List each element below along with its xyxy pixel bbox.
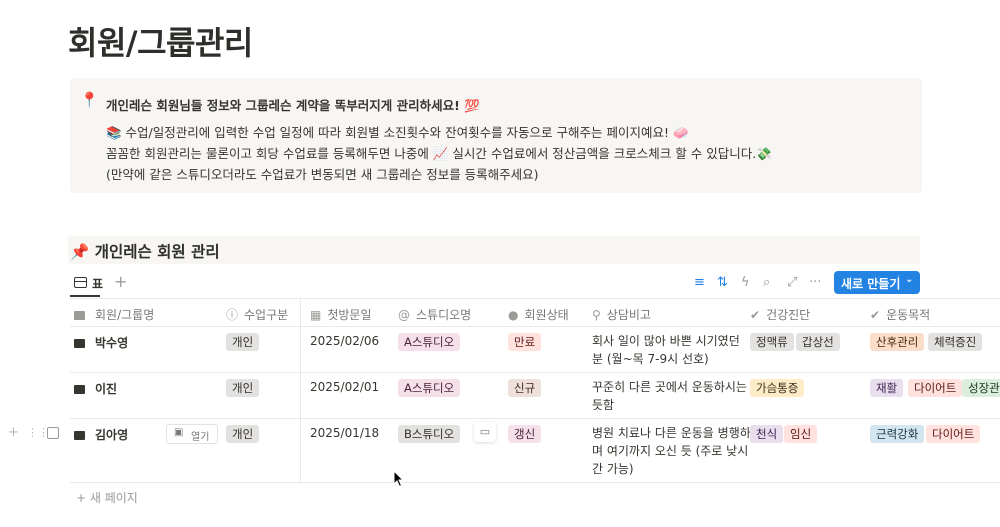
bag-icon (74, 311, 85, 320)
status-tag: 신규 (508, 379, 542, 397)
health-tag: 천식 (750, 425, 784, 443)
add-view-button[interactable]: + (114, 272, 127, 291)
date-cell: 2025/02/06 (310, 334, 380, 348)
callout-heading: 개인레슨 회원님들 정보와 그룹레슨 계약을 똑부러지게 관리하세요! 💯 (106, 98, 480, 113)
row-checkbox[interactable] (47, 427, 59, 439)
studio-tag: B스튜디오 (398, 425, 461, 443)
goal-tag: 재활 (870, 379, 904, 397)
info-icon: ⓘ (226, 308, 239, 322)
memo-cell: 꾸준히 다른 곳에서 운동하시는 듯함 (592, 380, 747, 412)
bag-icon (74, 431, 85, 440)
goal-tag: 체력증진 (928, 333, 983, 351)
callout-line: (만약에 같은 스튜디오더라도 수업료가 변동되면 새 그룹레슨 정보를 등록해… (106, 167, 539, 182)
new-button-divider (898, 275, 899, 290)
studio-tag: A스튜디오 (398, 333, 461, 351)
health-tag: 임신 (784, 425, 818, 443)
expand-icon[interactable]: ⤢ (787, 275, 797, 290)
calendar-icon: ▦ (310, 308, 322, 322)
bag-icon (74, 339, 85, 348)
view-tab-label: 표 (92, 277, 104, 291)
table-top-border (70, 298, 1000, 299)
health-tag: 가슴통증 (750, 379, 805, 397)
column-header-goal[interactable]: ✔ 운동목적 (870, 306, 930, 323)
filter-icon[interactable]: ≡ (694, 275, 705, 290)
column-header-date[interactable]: ▦ 첫방문일 (310, 306, 372, 323)
new-button[interactable]: 새로 만들기 ⌄ (834, 271, 920, 294)
at-icon: @ (398, 308, 410, 322)
column-divider (300, 298, 301, 484)
section-title-text: 개인레슨 회원 관리 (94, 243, 220, 261)
pin-icon: 📍 (80, 91, 99, 109)
health-tag: 갑상선 (796, 333, 840, 351)
table-icon (74, 277, 87, 288)
row-name[interactable]: 김아영 (74, 426, 128, 443)
open-button[interactable]: ▣ 열기 (166, 424, 218, 444)
drag-handle-icon[interactable]: ⋮⋮ (27, 426, 49, 439)
status-tag: 갱신 (508, 425, 542, 443)
column-header-name[interactable]: 회원/그룹명 (74, 306, 154, 323)
pushpin-icon: 📌 (70, 243, 90, 261)
row-name[interactable]: 박수영 (74, 334, 128, 351)
column-header-status[interactable]: ● 회원상태 (508, 306, 569, 323)
new-button-label: 새로 만들기 (841, 277, 901, 291)
column-header-type[interactable]: ⓘ 수업구분 (226, 306, 288, 323)
health-tag: 정맥류 (750, 333, 794, 351)
callout-line: 📚 수업/일정관리에 입력한 수업 일정에 따라 회원별 소진횟수와 잔여횟수를… (106, 125, 689, 140)
column-header-studio[interactable]: @ 스튜디오명 (398, 306, 471, 323)
comment-icon[interactable]: ▭ (474, 422, 496, 442)
column-header-memo[interactable]: ⚲ 상담비고 (592, 306, 651, 323)
add-row-icon[interactable]: + (8, 425, 19, 440)
page-title: 회원/그룹관리 (68, 24, 253, 62)
type-tag: 개인 (226, 379, 260, 397)
studio-tag: A스튜디오 (398, 379, 461, 397)
mouse-cursor-icon (393, 470, 405, 488)
type-tag: 개인 (226, 425, 260, 443)
header-bottom-border (70, 326, 1000, 327)
date-cell: 2025/01/18 (310, 426, 380, 440)
open-button-label: 열기 (191, 432, 210, 443)
bag-icon (74, 385, 85, 394)
row-divider (70, 482, 1000, 483)
new-page-button[interactable]: + 새 페이지 (76, 489, 138, 506)
type-tag: 개인 (226, 333, 260, 351)
section-title: 📌 개인레슨 회원 관리 (70, 240, 220, 262)
more-icon[interactable]: ··· (809, 275, 821, 290)
chevron-down-icon[interactable]: ⌄ (905, 274, 913, 285)
goal-tag: 다이어트 (926, 425, 981, 443)
memo-cell: 회사 일이 많아 바쁜 시기였던 분 (월~목 7-9시 선호) (592, 334, 740, 366)
status-tag: 만료 (508, 333, 542, 351)
automation-icon[interactable]: ϟ (741, 275, 750, 290)
open-panel-icon: ▣ (174, 427, 184, 438)
check-circle-icon: ✔ (870, 308, 881, 322)
sort-icon[interactable]: ⇅ (717, 275, 728, 290)
column-header-health[interactable]: ✔ 건강진단 (750, 306, 810, 323)
callout-box: 📍 개인레슨 회원님들 정보와 그룹레슨 계약을 똑부러지게 관리하세요! 💯 … (70, 78, 922, 193)
callout-line: 꼼꼼한 회원관리는 물론이고 회당 수업료를 등록해두면 나중에 📈 실시간 수… (106, 146, 772, 161)
row-divider (70, 372, 1000, 373)
check-circle-icon: ✔ (750, 308, 761, 322)
search-icon[interactable]: ⌕ (763, 275, 770, 290)
memo-cell: 병원 치료나 다른 운동을 병행하 며 여기까지 오신 듯 (주로 낮시 간 가능) (592, 426, 751, 476)
pin-icon: ⚲ (592, 308, 601, 322)
row-divider (70, 418, 1000, 419)
goal-tag: 근력강화 (870, 425, 925, 443)
row-name[interactable]: 이진 (74, 380, 117, 397)
date-cell: 2025/02/01 (310, 380, 380, 394)
goal-tag: 산후관리 (870, 333, 925, 351)
status-icon: ● (508, 308, 519, 322)
goal-tag: 성장관 (962, 379, 1000, 397)
active-tab-indicator (70, 295, 100, 297)
goal-tag: 다이어트 (908, 379, 963, 397)
